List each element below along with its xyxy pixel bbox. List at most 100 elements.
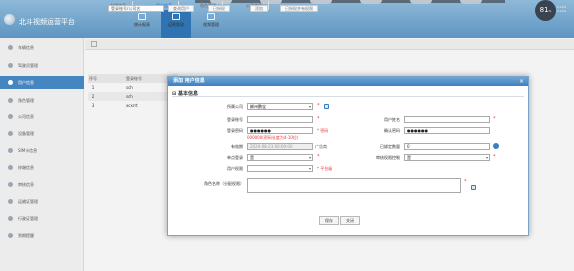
company-label: 所属公司 <box>227 104 243 109</box>
add-user-dialog: 添加 用户信息 × ⊟ 基本信息 所属公司 郴州鹏宝 * 登录账号 * 用户姓名… <box>167 76 529 236</box>
sidebar-item-sim[interactable]: SIM卡信息 <box>0 144 84 157</box>
password-label: 登录密码 <box>227 128 243 133</box>
add-button[interactable]: 添加 <box>250 5 268 12</box>
driver-icon <box>8 63 13 68</box>
section-divider <box>172 96 524 97</box>
sidebar-item-driving-license[interactable]: 行驶证管理 <box>0 212 84 225</box>
user-type-note: * 平台级 <box>317 166 333 171</box>
tray-button[interactable] <box>360 0 382 4</box>
gauge-value: 81 <box>539 6 549 14</box>
user-type-select[interactable] <box>247 165 313 172</box>
authorized-perm-button[interactable]: 已授权并有权限 <box>280 5 318 12</box>
bar-chart-icon <box>138 13 146 20</box>
nav-label: 视频管理 <box>203 22 219 27</box>
user-icon[interactable] <box>493 143 499 149</box>
confirm-password-input[interactable]: ●●●●●● <box>404 127 490 134</box>
table-row[interactable]: 3 xcxrrt <box>88 101 178 110</box>
nav-video-mgmt[interactable]: 视频管理 <box>196 10 226 38</box>
single-login-select[interactable]: 是 <box>247 154 313 161</box>
approve-select[interactable]: 是 <box>404 154 490 161</box>
role-textarea[interactable] <box>247 178 461 193</box>
expiry-note: 广告商 <box>315 144 327 149</box>
close-button[interactable]: 关闭 <box>340 216 360 225</box>
login-input[interactable] <box>247 116 313 123</box>
username-input[interactable] <box>404 116 490 123</box>
table-row[interactable]: 1 sch <box>88 83 178 92</box>
tray-button[interactable] <box>460 0 482 4</box>
sidebar-item-label: 到期提醒 <box>18 233 34 238</box>
single-login-label: 单点登录 <box>227 155 243 160</box>
password-note: * 密码 <box>317 128 329 133</box>
monitor-icon <box>207 13 215 20</box>
table-header: 序号 登录账号 <box>88 74 178 83</box>
terminal-icon <box>8 165 13 170</box>
sidebar-item-vehicle[interactable]: 车辆信息 <box>0 41 84 54</box>
expiry-input[interactable]: 2020-08-23 00:00:00 <box>247 143 313 150</box>
device-icon <box>8 131 13 136</box>
sidebar-item-roles[interactable]: 角色管理 <box>0 94 84 107</box>
sidebar-item-company[interactable]: 公司信息 <box>0 110 84 123</box>
sidebar-item-users[interactable]: 用户信息 <box>0 76 84 89</box>
sidebar-item-audit[interactable]: 审核信息 <box>0 178 84 191</box>
sidebar-item-label: 角色管理 <box>18 98 34 103</box>
sidebar-item-label: 行驶证管理 <box>18 216 38 221</box>
tab-bar <box>85 39 574 50</box>
password-input[interactable]: ●●●●●● <box>247 127 313 134</box>
download-speed: 0.1K/s <box>557 9 567 13</box>
nav-operation-mgmt[interactable]: 运营管理 <box>161 10 191 38</box>
role-icon <box>8 98 13 103</box>
table-cell: sch <box>126 85 133 90</box>
company-select[interactable]: 郴州鹏宝 <box>247 103 313 110</box>
car-icon <box>8 45 13 50</box>
sidebar-item-devices[interactable]: 设备管理 <box>0 127 84 140</box>
save-button[interactable]: 保存 <box>319 216 339 225</box>
grid-icon <box>172 13 180 20</box>
nav-stats-reports[interactable]: 统计报表 <box>127 10 157 38</box>
table-cell: 1 <box>91 85 95 90</box>
query-button[interactable]: 查询用户 <box>168 5 194 12</box>
sidebar-item-label: 车辆信息 <box>18 45 34 50</box>
tray-button[interactable] <box>310 0 332 4</box>
sidebar-item-expiry-reminder[interactable]: 到期提醒 <box>0 229 84 242</box>
tab-menu-icon[interactable] <box>91 41 97 47</box>
audit-icon <box>8 182 13 187</box>
sidebar-item-label: 用户信息 <box>18 80 34 85</box>
building-icon <box>8 114 13 119</box>
table-row[interactable]: 2 sch <box>88 92 178 101</box>
role-label: 角色名称（分配权限） <box>204 181 244 186</box>
permit-icon <box>8 199 13 204</box>
password-hint: 000000(密码长度为4-10位) <box>247 135 299 140</box>
authorized-button[interactable]: 已授权 <box>208 5 230 12</box>
required-mark: * <box>493 116 496 122</box>
company-picker-icon[interactable] <box>324 104 329 109</box>
column-header: 序号 <box>89 76 97 81</box>
bound-count-label: 已绑定数量 <box>380 144 400 149</box>
tray-button[interactable] <box>410 0 432 4</box>
sidebar-item-label: SIM卡信息 <box>18 148 38 153</box>
sidebar-item-terminal[interactable]: 终端信息 <box>0 161 84 174</box>
table-cell: 2 <box>91 94 95 99</box>
required-mark: * <box>493 154 496 160</box>
search-input[interactable]: 登录账号/公司名 <box>108 5 164 12</box>
sidebar-item-driver[interactable]: 驾驶员管理 <box>0 59 84 72</box>
network-speed: 0.1K/s 0.1K/s <box>557 5 566 13</box>
app-logo-icon <box>4 14 15 25</box>
required-mark: * <box>317 116 320 122</box>
sidebar-item-label: 设备管理 <box>18 131 34 136</box>
user-icon <box>8 80 13 85</box>
sidebar-item-label: 公司信息 <box>18 114 34 119</box>
column-header: 登录账号 <box>126 76 142 81</box>
required-mark: * <box>317 154 320 160</box>
bound-count-input[interactable]: 0 <box>404 143 490 150</box>
dialog-title: 添加 用户信息 <box>168 77 528 86</box>
close-icon[interactable]: × <box>518 78 525 85</box>
sidebar-item-label: 驾驶员管理 <box>18 63 38 68</box>
nav-label: 运营管理 <box>168 22 184 27</box>
role-picker-icon[interactable] <box>471 185 476 190</box>
table-cell: sch <box>126 94 133 99</box>
expiry-label: 有效期 <box>231 144 243 149</box>
user-type-label: 用户权限 <box>227 166 243 171</box>
user-table: 序号 登录账号 1 sch 2 sch 3 xcxrrt <box>88 74 178 110</box>
app-title: 北斗视频运营平台 <box>19 18 75 26</box>
sidebar-item-transport-permit[interactable]: 运输证管理 <box>0 195 84 208</box>
